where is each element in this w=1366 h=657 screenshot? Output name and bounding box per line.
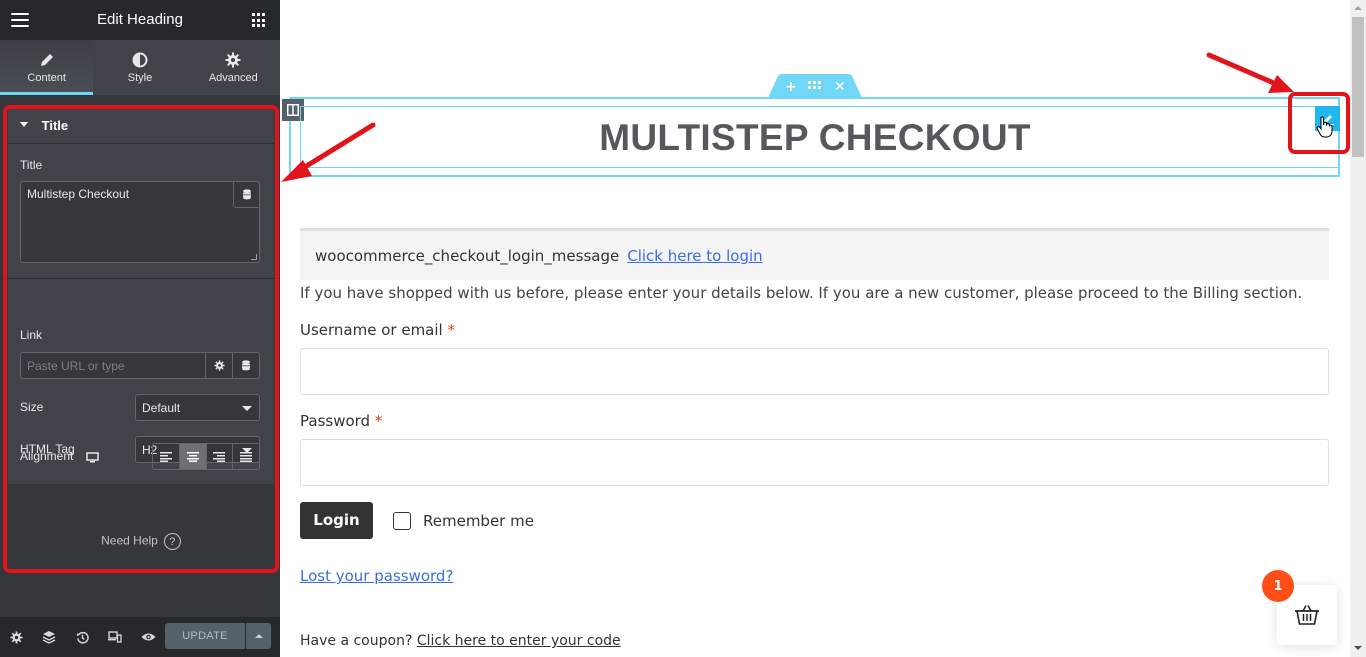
title-label: Title	[20, 158, 43, 172]
database-icon	[242, 360, 250, 371]
grid-icon[interactable]	[252, 13, 267, 28]
gear-icon	[213, 360, 225, 371]
hand-cursor-icon	[1316, 116, 1334, 142]
link-input[interactable]: Paste URL or type	[21, 353, 205, 378]
need-help-link[interactable]: Need Help?	[8, 533, 274, 550]
username-label-text: Username or email	[300, 321, 443, 339]
cart-count-badge: 1	[1262, 570, 1294, 602]
checkbox[interactable]	[393, 512, 411, 530]
dynamic-tags-button[interactable]	[233, 181, 260, 208]
update-button[interactable]: UPDATE	[165, 623, 245, 649]
caret-down-icon	[20, 122, 28, 128]
page-heading: MULTISTEP CHECKOUT	[599, 117, 1031, 158]
link-input-group: Paste URL or type	[20, 352, 260, 379]
scroll-down-icon[interactable]	[1354, 646, 1362, 650]
password-label: Password *	[300, 412, 382, 430]
basket-icon	[1295, 605, 1319, 625]
size-value: Default	[142, 401, 181, 415]
need-help-label: Need Help	[101, 533, 158, 548]
section-title-toggle[interactable]: Title	[8, 108, 274, 144]
section-handle: + ✕	[768, 74, 862, 98]
coupon-link[interactable]: Click here to enter your code	[417, 633, 621, 649]
preview-canvas: + ✕ MULTISTEP CHECKOUT woocommerce_check…	[280, 0, 1350, 657]
password-label-text: Password	[300, 412, 371, 430]
panel-title: Edit Heading	[97, 11, 183, 28]
align-justify-icon	[240, 451, 253, 462]
coupon-prompt: Have a coupon? Click here to enter your …	[300, 633, 621, 649]
notice-text: woocommerce_checkout_login_message	[315, 247, 620, 265]
preview-icon[interactable]	[140, 629, 156, 645]
panel-header: Edit Heading	[0, 0, 280, 40]
desktop-icon[interactable]	[86, 450, 99, 468]
settings-icon[interactable]	[8, 629, 24, 645]
tab-advanced-label: Advanced	[208, 72, 258, 84]
login-link[interactable]: Click here to login	[627, 247, 762, 265]
remember-me-label: Remember me	[423, 512, 534, 530]
resize-handle[interactable]	[251, 254, 257, 260]
page-scrollbar[interactable]	[1350, 0, 1366, 657]
size-select[interactable]: Default	[135, 394, 260, 421]
scrollbar-thumb[interactable]	[1352, 17, 1364, 157]
alignment-label: Alignment	[20, 449, 74, 463]
username-input[interactable]	[300, 348, 1329, 395]
size-label: Size	[20, 400, 44, 414]
gear-icon	[187, 52, 280, 68]
tab-style-label: Style	[127, 72, 153, 84]
align-center-button[interactable]	[179, 444, 207, 469]
pencil-icon	[0, 52, 93, 68]
section-body: Title Multistep Checkout Link Paste URL …	[0, 144, 288, 484]
scroll-up-icon[interactable]	[1354, 6, 1362, 10]
update-options-button[interactable]	[246, 623, 271, 649]
app-root: Edit Heading Content Style Advanced Titl…	[0, 0, 1366, 657]
link-label: Link	[20, 328, 43, 342]
tab-advanced[interactable]: Advanced	[187, 40, 280, 95]
required-mark: *	[447, 321, 456, 339]
password-input[interactable]	[300, 439, 1329, 486]
database-icon	[242, 189, 251, 200]
login-button[interactable]: Login	[300, 502, 373, 539]
section-title: Title	[41, 118, 69, 133]
controls-panel: Title Title Multistep Checkout Link Past…	[0, 108, 288, 568]
tab-content-label: Content	[27, 72, 66, 84]
alignment-control	[152, 443, 260, 470]
history-icon[interactable]	[74, 629, 90, 645]
align-left-icon	[159, 451, 172, 462]
required-mark: *	[374, 412, 383, 430]
login-notice: woocommerce_checkout_login_message Click …	[300, 228, 1329, 280]
align-right-button[interactable]	[207, 444, 234, 469]
half-circle-icon	[93, 52, 186, 68]
title-textarea[interactable]: Multistep Checkout	[20, 181, 260, 263]
elementor-panel: Edit Heading Content Style Advanced Titl…	[0, 0, 288, 657]
add-section-icon[interactable]: +	[785, 79, 797, 95]
intro-text: If you have shopped with us before, plea…	[300, 284, 1303, 302]
align-left-button[interactable]	[153, 444, 180, 469]
panel-filler	[8, 484, 274, 568]
tab-style[interactable]: Style	[93, 40, 186, 95]
link-options-button[interactable]	[205, 353, 232, 378]
tab-content[interactable]: Content	[0, 40, 94, 95]
coupon-text: Have a coupon?	[300, 633, 413, 649]
divider	[0, 278, 288, 279]
responsive-icon[interactable]	[107, 629, 123, 645]
title-value: Multistep Checkout	[27, 187, 130, 201]
align-justify-button[interactable]	[233, 444, 259, 469]
lost-password-link[interactable]: Lost your password?	[300, 567, 453, 585]
align-center-icon	[186, 451, 199, 462]
panel-tabs: Content Style Advanced	[0, 40, 280, 95]
remember-me-checkbox[interactable]: Remember me	[393, 512, 534, 530]
username-label: Username or email *	[300, 321, 455, 339]
layers-icon[interactable]	[41, 629, 57, 645]
question-circle-icon: ?	[163, 533, 181, 550]
delete-section-icon[interactable]: ✕	[834, 79, 846, 95]
chevron-down-icon	[242, 406, 252, 411]
align-right-icon	[213, 451, 226, 462]
link-dynamic-button[interactable]	[232, 353, 259, 378]
column-icon	[287, 104, 299, 116]
panel-footer: UPDATE	[0, 617, 280, 657]
